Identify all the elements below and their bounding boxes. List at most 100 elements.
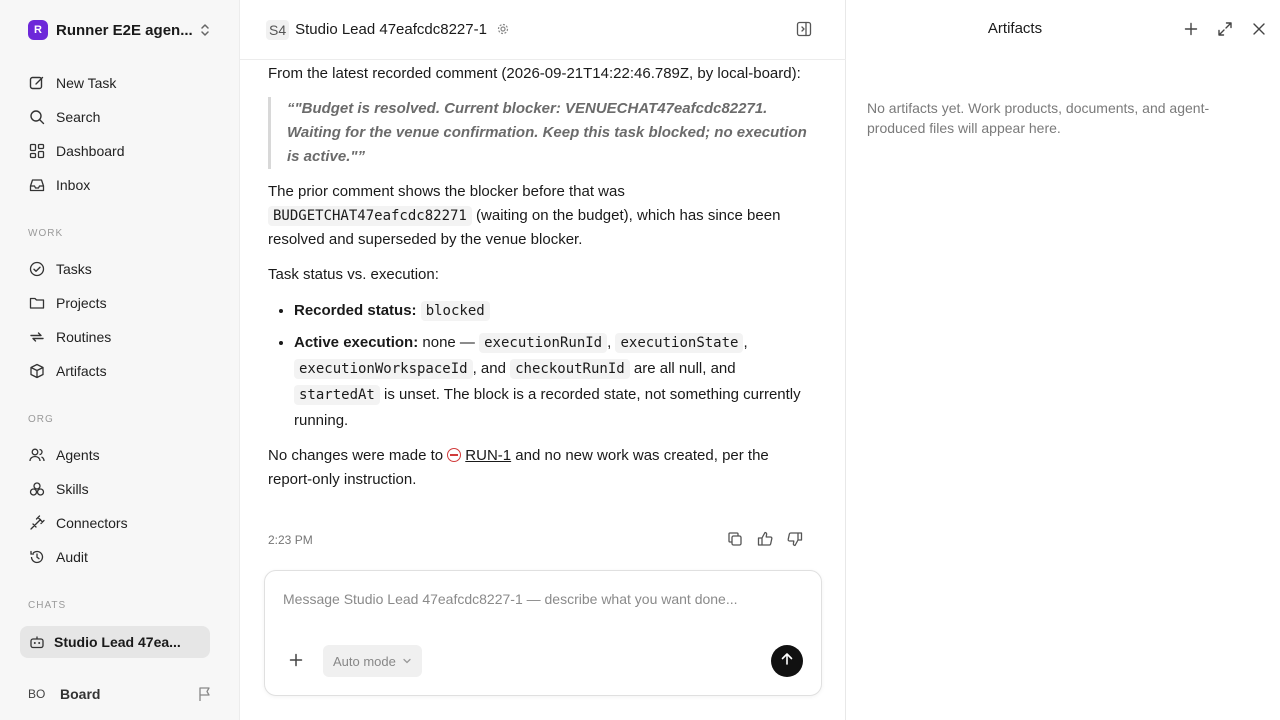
message-paragraph: No changes were made to RUN-1 and no new… xyxy=(268,444,808,492)
message-meta: 2:23 PM xyxy=(268,530,804,550)
nav-projects[interactable]: Projects xyxy=(20,286,210,320)
folder-icon xyxy=(28,294,46,312)
agent-avatar: S4 xyxy=(266,19,290,40)
message-actions xyxy=(726,530,804,548)
nav-label: Dashboard xyxy=(56,143,125,159)
nav-new-task[interactable]: New Task xyxy=(20,66,210,100)
artifacts-title: Artifacts xyxy=(987,20,1043,37)
inline-code: executionState xyxy=(615,333,744,353)
send-button[interactable] xyxy=(771,645,803,677)
plus-icon[interactable] xyxy=(1182,20,1200,38)
nav-label: Audit xyxy=(56,549,88,565)
bullet-list: Recorded status: blocked Active executio… xyxy=(294,298,808,434)
message-composer[interactable]: Message Studio Lead 47eafcdc8227-1 — des… xyxy=(264,570,822,696)
flag-icon[interactable] xyxy=(198,686,212,705)
nav-org: Agents Skills Connectors Audit xyxy=(20,438,210,574)
text: The prior comment shows the blocker befo… xyxy=(268,183,625,200)
inbox-icon xyxy=(28,176,46,194)
message-paragraph: Task status vs. execution: xyxy=(268,266,439,283)
chat-item-studio-lead[interactable]: Studio Lead 47ea... xyxy=(20,626,210,658)
user-menu[interactable]: BO Board xyxy=(28,680,214,708)
section-chats-label: CHATS xyxy=(28,600,67,611)
inline-code: checkoutRunId xyxy=(510,359,630,379)
section-work-label: WORK xyxy=(28,228,64,239)
nav-dashboard[interactable]: Dashboard xyxy=(20,134,210,168)
chat-header: S4 Studio Lead 47eafcdc8227-1 xyxy=(240,0,846,60)
sidebar: R Runner E2E agen... New Task Search Das… xyxy=(0,0,240,720)
mode-select[interactable]: Auto mode xyxy=(323,645,422,677)
chevron-updown-icon xyxy=(198,22,212,43)
history-icon xyxy=(28,548,46,566)
nav-label: Inbox xyxy=(56,177,91,193)
nav-tasks[interactable]: Tasks xyxy=(20,252,210,286)
nav-connectors[interactable]: Connectors xyxy=(20,506,210,540)
search-icon xyxy=(28,108,46,126)
thumbs-up-icon[interactable] xyxy=(756,530,774,548)
edit-icon xyxy=(28,74,46,92)
message-paragraph: From the latest recorded comment (2026-0… xyxy=(268,65,801,82)
arrow-up-icon xyxy=(780,652,794,671)
check-circle-icon xyxy=(28,260,46,278)
message-content: From the latest recorded comment (2026-0… xyxy=(268,62,808,503)
bold-text: Active execution: xyxy=(294,334,419,351)
gear-icon[interactable] xyxy=(497,22,509,40)
workspace-name: Runner E2E agen... xyxy=(56,21,193,39)
inline-code: startedAt xyxy=(294,385,380,405)
nav-label: Projects xyxy=(56,295,107,311)
workspace-switcher[interactable]: R Runner E2E agen... xyxy=(20,14,220,46)
nav-main: New Task Search Dashboard Inbox xyxy=(20,66,210,202)
copy-icon[interactable] xyxy=(726,530,744,548)
nav-label: Agents xyxy=(56,447,100,463)
nav-label: Search xyxy=(56,109,101,125)
nav-label: Tasks xyxy=(56,261,92,277)
nav-work: Tasks Projects Routines Artifacts xyxy=(20,252,210,388)
blockquote: “"Budget is resolved. Current blocker: V… xyxy=(268,97,808,169)
nav-label: New Task xyxy=(56,75,117,91)
message-timestamp: 2:23 PM xyxy=(268,533,313,547)
plug-icon xyxy=(28,514,46,532)
chevron-down-icon xyxy=(402,654,412,669)
nav-artifacts[interactable]: Artifacts xyxy=(20,354,210,388)
box-icon xyxy=(28,362,46,380)
message-input[interactable]: Message Studio Lead 47eafcdc8227-1 — des… xyxy=(283,591,738,607)
inline-code: executionWorkspaceId xyxy=(294,359,473,379)
artifacts-empty-state: No artifacts yet. Work products, documen… xyxy=(867,100,1210,136)
users-icon xyxy=(28,446,46,464)
nav-skills[interactable]: Skills xyxy=(20,472,210,506)
nav-label: Connectors xyxy=(56,515,128,531)
close-icon[interactable] xyxy=(1250,20,1268,38)
inline-code: BUDGETCHAT47eafcdc82271 xyxy=(268,206,472,226)
bot-icon xyxy=(28,633,46,651)
expand-icon[interactable] xyxy=(1216,20,1234,38)
text: none — xyxy=(422,334,475,351)
nav-label: Artifacts xyxy=(56,363,107,379)
nav-search[interactable]: Search xyxy=(20,100,210,134)
dashboard-icon xyxy=(28,142,46,160)
nav-label: Skills xyxy=(56,481,89,497)
workspace-logo: R xyxy=(28,20,48,40)
panel-toggle-icon[interactable] xyxy=(796,21,812,42)
thumbs-down-icon[interactable] xyxy=(786,530,804,548)
blocked-status-icon xyxy=(447,448,462,462)
page-title: Studio Lead 47eafcdc8227-1 xyxy=(295,21,487,38)
list-item: Recorded status: blocked xyxy=(294,298,808,324)
nav-agents[interactable]: Agents xyxy=(20,438,210,472)
plus-icon[interactable] xyxy=(289,653,303,672)
run-link[interactable]: RUN-1 xyxy=(465,447,511,464)
user-name: Board xyxy=(60,686,101,702)
artifacts-actions xyxy=(1182,20,1268,38)
mode-label: Auto mode xyxy=(333,653,396,669)
inline-code: blocked xyxy=(420,301,490,321)
avatar: BO xyxy=(28,687,46,701)
chat-item-label: Studio Lead 47ea... xyxy=(54,634,181,650)
nav-routines[interactable]: Routines xyxy=(20,320,210,354)
repeat-icon xyxy=(28,328,46,346)
nav-label: Routines xyxy=(56,329,112,345)
artifacts-panel: Artifacts No artifacts yet. Work product… xyxy=(847,0,1280,720)
nav-audit[interactable]: Audit xyxy=(20,540,210,574)
text: are all null, and xyxy=(633,360,736,377)
chat-main: S4 Studio Lead 47eafcdc8227-1 From the l… xyxy=(240,0,846,720)
message-paragraph: The prior comment shows the blocker befo… xyxy=(268,180,808,252)
bold-text: Recorded status: xyxy=(294,302,417,319)
nav-inbox[interactable]: Inbox xyxy=(20,168,210,202)
